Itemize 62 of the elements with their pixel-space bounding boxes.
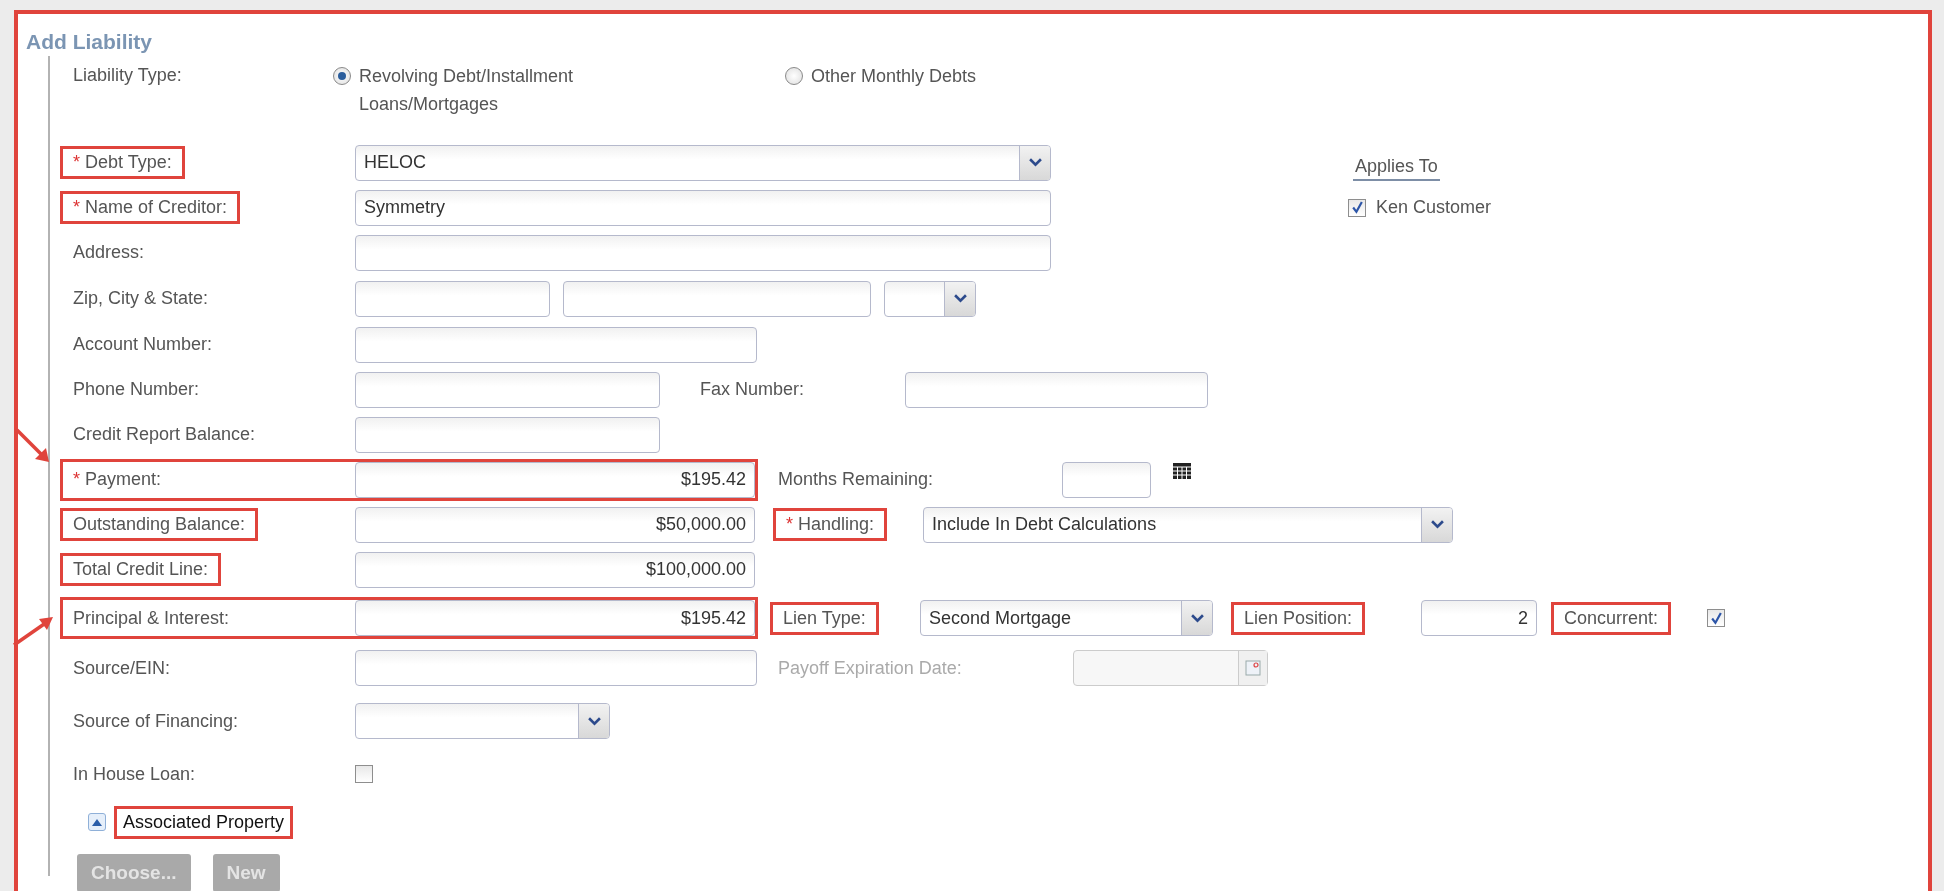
radio-label: Revolving Debt/Installment Loans/Mortgages	[359, 65, 575, 116]
calendar-icon	[1245, 660, 1261, 676]
text-field[interactable]	[905, 371, 1208, 408]
text-field[interactable]: $50,000.00	[355, 506, 755, 543]
caret-icon	[587, 716, 601, 726]
checkbox[interactable]	[355, 765, 373, 783]
collapse-icon[interactable]	[88, 813, 106, 831]
field-label: Months Remaining:	[777, 468, 935, 491]
text-field[interactable]	[563, 280, 871, 317]
field-label: Account Number:	[72, 333, 214, 356]
dropdown[interactable]: Second Mortgage	[920, 600, 1213, 636]
field-label: Outstanding Balance:	[60, 508, 259, 541]
text-field[interactable]: $195.42	[355, 600, 755, 636]
field-label: Principal & Interest:	[72, 607, 231, 629]
field-label: Phone Number:	[72, 378, 201, 401]
caret-icon	[1028, 158, 1042, 167]
text-field[interactable]	[355, 416, 660, 453]
dropdown[interactable]: Include In Debt Calculations	[923, 506, 1453, 543]
field-label: Total Credit Line:	[60, 553, 222, 586]
radio-label: Other Monthly Debts	[811, 65, 978, 88]
text-field[interactable]	[355, 234, 1051, 271]
dropdown[interactable]	[355, 703, 610, 739]
text-field[interactable]: Symmetry	[355, 189, 1051, 226]
field-label: Payoff Expiration Date:	[777, 656, 963, 680]
field-label: Zip, City & State:	[72, 287, 210, 310]
field-label: Concurrent:	[1551, 601, 1672, 635]
field-label: Credit Report Balance:	[72, 423, 257, 446]
radio-button[interactable]	[333, 67, 351, 85]
section-label[interactable]: Associated Property	[114, 805, 294, 839]
caret-icon	[1430, 520, 1444, 529]
checkbox[interactable]	[1348, 198, 1366, 217]
field-label: Address:	[72, 241, 146, 264]
field-label: Lien Position:	[1231, 601, 1366, 635]
checkbox[interactable]	[1707, 609, 1725, 627]
text-field[interactable]: $100,000.00	[355, 551, 755, 588]
checkbox-label: Ken Customer	[1376, 197, 1492, 218]
text-field[interactable]	[1062, 461, 1151, 498]
caret-icon	[953, 294, 967, 303]
text-field[interactable]: $195.42	[355, 461, 755, 498]
field-label: Source/EIN:	[72, 656, 172, 680]
text-field[interactable]	[355, 650, 757, 686]
text-field[interactable]: 2	[1421, 600, 1537, 636]
form-title: Add Liability	[26, 30, 152, 55]
field-label: * Name of Creditor:	[60, 191, 241, 224]
field-label: In House Loan:	[72, 762, 197, 786]
field-label: * Debt Type:	[60, 146, 185, 179]
field-label: Source of Financing:	[72, 709, 240, 733]
text-field[interactable]	[355, 371, 660, 408]
radio-button[interactable]	[785, 67, 803, 85]
text-field[interactable]	[355, 280, 550, 317]
dropdown[interactable]	[884, 280, 976, 317]
caret-icon	[1190, 613, 1204, 623]
field-label: Fax Number:	[699, 378, 806, 401]
field-label: * Payment:	[72, 469, 163, 490]
field-label: Liability Type:	[72, 64, 183, 87]
field-label: * Handling:	[773, 508, 888, 541]
text-field[interactable]	[355, 326, 757, 363]
field-label: Lien Type:	[770, 601, 879, 635]
dropdown[interactable]: HELOC	[355, 144, 1051, 181]
section-heading: Applies To	[1353, 156, 1440, 181]
date-field[interactable]	[1073, 650, 1268, 686]
calendar-icon[interactable]	[1173, 463, 1191, 479]
